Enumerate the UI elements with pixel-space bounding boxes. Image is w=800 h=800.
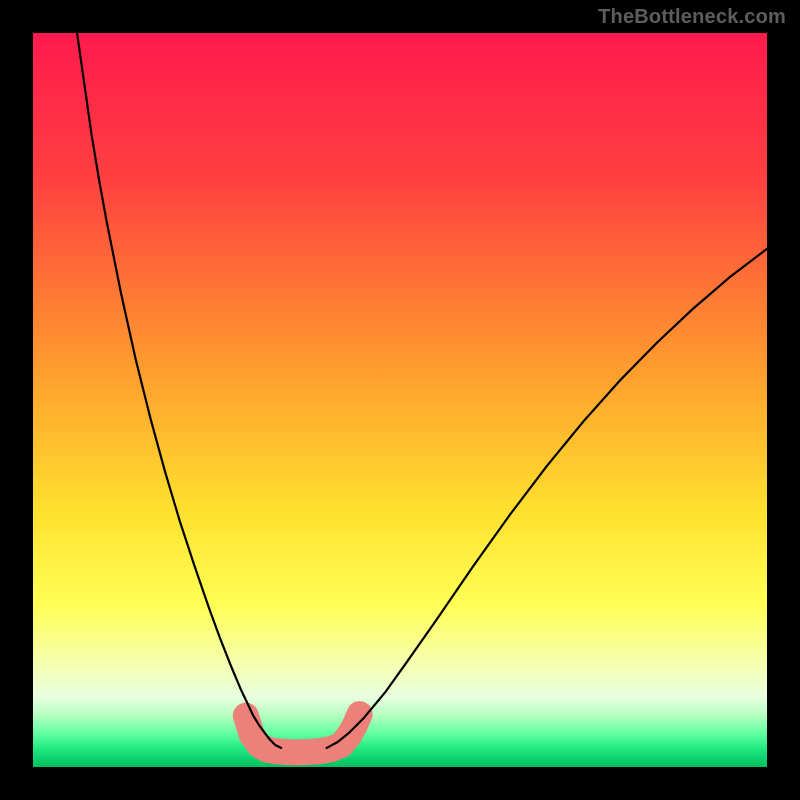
bottleneck-curve-plot — [0, 0, 800, 800]
chart-container: TheBottleneck.com — [0, 0, 800, 800]
gradient-background — [33, 33, 767, 767]
